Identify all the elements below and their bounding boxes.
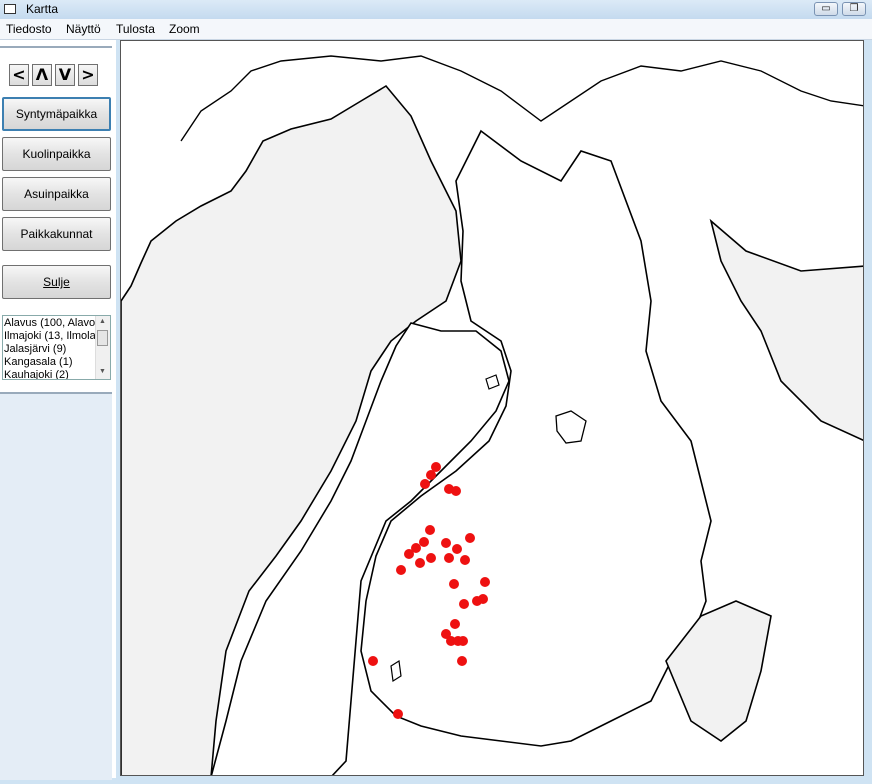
close-button[interactable]: Sulje	[2, 265, 111, 299]
menu-tiedosto[interactable]: Tiedosto	[6, 22, 52, 36]
place-marker[interactable]	[441, 538, 451, 548]
list-scrollbar[interactable]: ▲ ▼	[95, 316, 110, 379]
place-marker[interactable]	[458, 636, 468, 646]
place-marker[interactable]	[420, 479, 430, 489]
place-marker[interactable]	[404, 549, 414, 559]
window-icon	[4, 4, 16, 14]
list-item[interactable]: Alavus (100, Alavo	[4, 317, 95, 330]
place-marker[interactable]	[465, 533, 475, 543]
nav-down-button[interactable]: V	[55, 64, 75, 86]
place-marker[interactable]	[450, 619, 460, 629]
place-marker[interactable]	[444, 553, 454, 563]
empty-panel-area	[0, 392, 112, 780]
place-marker[interactable]	[472, 596, 482, 606]
deathplace-button[interactable]: Kuolinpaikka	[2, 137, 111, 171]
russia-landmass	[709, 218, 863, 441]
menu-bar: Tiedosto Näyttö Tulosta Zoom	[0, 19, 872, 40]
panel-divider	[0, 46, 112, 48]
place-marker[interactable]	[451, 486, 461, 496]
title-bar: Kartta ▭ ❐	[0, 0, 872, 20]
left-panel: < Λ V > Syntymäpaikka Kuolinpaikka Asuin…	[0, 40, 116, 780]
place-marker[interactable]	[426, 553, 436, 563]
place-marker[interactable]	[425, 525, 435, 535]
place-marker[interactable]	[415, 558, 425, 568]
place-marker[interactable]	[426, 470, 436, 480]
finland-map	[121, 55, 863, 775]
place-marker[interactable]	[460, 555, 470, 565]
scroll-up-icon[interactable]: ▲	[99, 318, 106, 325]
place-marker[interactable]	[457, 656, 467, 666]
restore-button[interactable]: ❐	[842, 2, 866, 16]
birthplace-button[interactable]: Syntymäpaikka	[2, 97, 111, 131]
menu-nayttö[interactable]: Näyttö	[66, 22, 101, 36]
nav-left-button[interactable]: <	[9, 64, 29, 86]
list-item[interactable]: Kauhajoki (2)	[4, 369, 69, 379]
places-listbox[interactable]: Alavus (100, Alavo Ilmajoki (13, Ilmola)…	[2, 315, 111, 380]
place-marker[interactable]	[452, 544, 462, 554]
menu-tulosta[interactable]: Tulosta	[116, 22, 155, 36]
window-title: Kartta	[26, 2, 59, 16]
list-item[interactable]: Jalasjärvi (9)	[4, 343, 66, 356]
list-item[interactable]: Kangasala (1)	[4, 356, 73, 369]
place-marker[interactable]	[419, 537, 429, 547]
place-marker[interactable]	[396, 565, 406, 575]
place-marker[interactable]	[368, 656, 378, 666]
place-marker[interactable]	[449, 579, 459, 589]
nav-right-button[interactable]: >	[78, 64, 98, 86]
list-item[interactable]: Ilmajoki (13, Ilmola)	[4, 330, 99, 343]
scroll-down-icon[interactable]: ▼	[99, 368, 106, 375]
map-view[interactable]	[120, 40, 864, 776]
place-marker[interactable]	[459, 599, 469, 609]
nav-up-button[interactable]: Λ	[32, 64, 52, 86]
place-marker[interactable]	[393, 709, 403, 719]
place-marker[interactable]	[480, 577, 490, 587]
menu-zoom[interactable]: Zoom	[169, 22, 200, 36]
residence-button[interactable]: Asuinpaikka	[2, 177, 111, 211]
norway-coast	[180, 55, 863, 142]
localities-button[interactable]: Paikkakunnat	[2, 217, 111, 251]
scroll-thumb[interactable]	[97, 330, 108, 346]
minimize-button[interactable]: ▭	[814, 2, 838, 16]
